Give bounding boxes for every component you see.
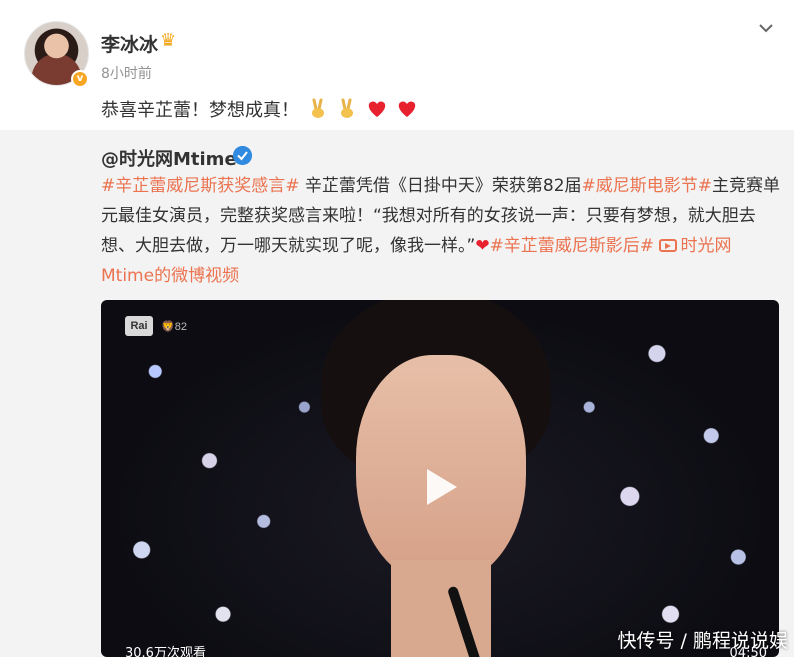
victory-hand-emoji-icon	[341, 98, 354, 118]
view-count: 30.6万次观看	[125, 646, 206, 657]
chevron-down-icon[interactable]	[756, 18, 776, 38]
repost-block: @时光网Mtime #辛芷蕾威尼斯获奖感言# 辛芷蕾凭借《日掛中天》荣获第82届…	[0, 130, 794, 657]
channel-logo: Rai	[125, 316, 153, 336]
festival-logo: 🦁82	[161, 321, 187, 333]
repost-body: #辛芷蕾威尼斯获奖感言# 辛芷蕾凭借《日掛中天》荣获第82届#威尼斯电影节#主竞…	[101, 171, 781, 291]
crown-icon: ♛	[160, 30, 177, 51]
post-text-content: 恭喜辛芷蕾！梦想成真！	[101, 100, 299, 121]
hashtag-link[interactable]: #威尼斯电影节#	[582, 176, 713, 196]
post-time[interactable]: 8小时前	[101, 63, 152, 83]
red-heart-emoji-icon	[398, 101, 416, 117]
hashtag-link[interactable]: #辛芷蕾威尼斯影后#	[490, 236, 655, 256]
source-watermark: 快传号 / 鹏程说说娱	[617, 630, 788, 652]
red-heart-emoji-icon	[368, 101, 386, 117]
play-icon[interactable]	[415, 463, 463, 511]
author-name[interactable]: 李冰冰	[101, 30, 158, 57]
weibo-post-card: v 李冰冰 ♛ 8小时前 恭喜辛芷蕾！梦想成真！ @时光网Mtime #辛芷蕾威…	[0, 0, 794, 657]
heart-emoji-icon: ❤	[475, 236, 490, 256]
video-link-icon	[659, 239, 678, 252]
post-text: 恭喜辛芷蕾！梦想成真！	[101, 96, 418, 122]
video-player[interactable]: Rai 🦁82 30.6万次观看 04:50	[101, 300, 779, 657]
festival-logo-number: 82	[174, 321, 187, 333]
hashtag-link[interactable]: #辛芷蕾威尼斯获奖感言#	[101, 176, 300, 196]
verified-badge-icon: v	[71, 70, 89, 88]
verified-org-icon	[233, 146, 252, 165]
repost-text: 辛芷蕾凭借《日掛中天》荣获第82届	[299, 176, 582, 196]
victory-hand-emoji-icon	[311, 98, 324, 118]
repost-author[interactable]: @时光网Mtime	[101, 145, 237, 171]
